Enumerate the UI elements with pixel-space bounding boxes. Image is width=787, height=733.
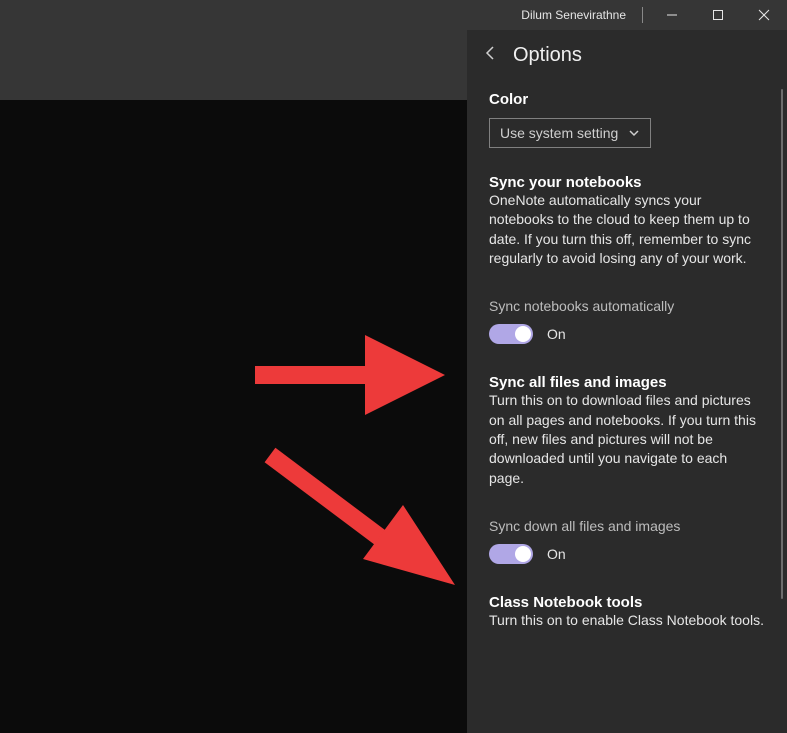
- sync-notebooks-toggle[interactable]: [489, 324, 533, 344]
- options-panel-body: Color Use system setting Sync your noteb…: [467, 85, 787, 733]
- title-separator: [642, 7, 643, 23]
- close-button[interactable]: [741, 0, 787, 30]
- maximize-button[interactable]: [695, 0, 741, 30]
- color-section-label: Color: [489, 91, 765, 108]
- sync-files-heading: Sync all files and images: [489, 374, 765, 391]
- sync-files-toggle[interactable]: [489, 544, 533, 564]
- sync-notebooks-desc: OneNote automatically syncs your noteboo…: [489, 191, 765, 268]
- options-panel-header: Options: [467, 30, 787, 85]
- color-theme-value: Use system setting: [500, 125, 618, 141]
- options-title: Options: [513, 44, 582, 67]
- options-panel: Options Color Use system setting Sync yo…: [467, 30, 787, 733]
- toggle-knob: [515, 546, 531, 562]
- minimize-button[interactable]: [649, 0, 695, 30]
- back-icon: [483, 45, 499, 61]
- sync-notebooks-toggle-label: Sync notebooks automatically: [489, 298, 765, 314]
- color-theme-dropdown[interactable]: Use system setting: [489, 118, 651, 148]
- minimize-icon: [666, 9, 678, 21]
- sync-files-toggle-state: On: [547, 546, 566, 562]
- sync-files-toggle-row: On: [489, 544, 765, 564]
- class-notebook-heading: Class Notebook tools: [489, 594, 765, 611]
- sync-notebooks-toggle-row: On: [489, 324, 765, 344]
- toggle-knob: [515, 326, 531, 342]
- sync-files-desc: Turn this on to download files and pictu…: [489, 391, 765, 488]
- maximize-icon: [712, 9, 724, 21]
- class-notebook-desc: Turn this on to enable Class Notebook to…: [489, 611, 765, 630]
- back-button[interactable]: [483, 45, 499, 66]
- scrollbar[interactable]: [781, 89, 783, 599]
- chevron-down-icon: [628, 127, 640, 139]
- close-icon: [758, 9, 770, 21]
- sync-files-toggle-label: Sync down all files and images: [489, 518, 765, 534]
- window-title-bar: Dilum Senevirathne: [457, 0, 787, 30]
- sync-notebooks-heading: Sync your notebooks: [489, 174, 765, 191]
- sync-notebooks-toggle-state: On: [547, 326, 566, 342]
- signed-in-user[interactable]: Dilum Senevirathne: [511, 8, 636, 22]
